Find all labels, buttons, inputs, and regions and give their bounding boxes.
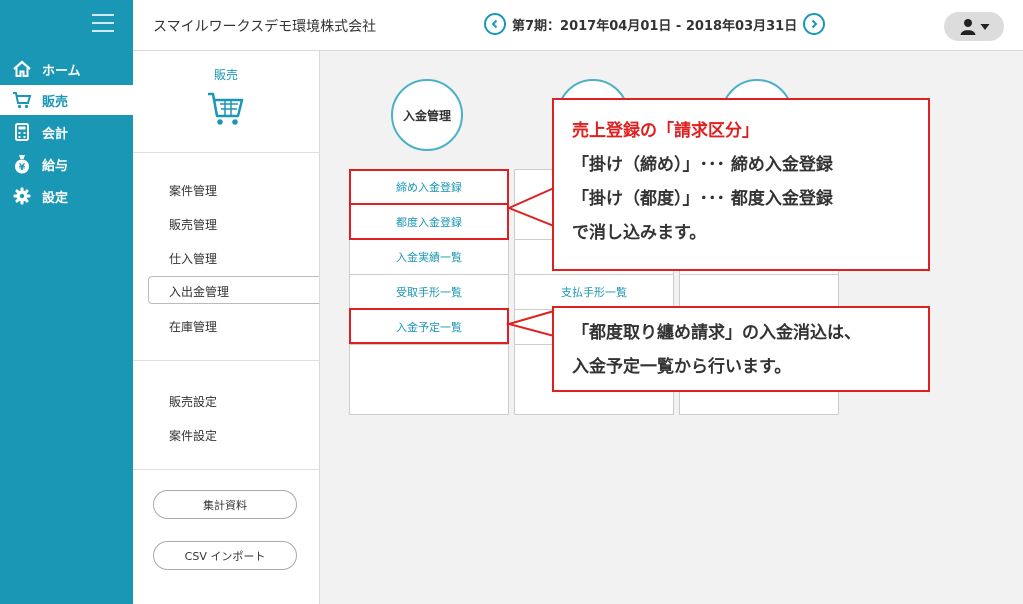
hamburger-menu-icon[interactable]: [92, 14, 114, 32]
sidebar-item-home[interactable]: ホーム: [0, 54, 133, 84]
sidebar-item-payroll[interactable]: ¥ 給与: [0, 149, 133, 179]
callout-line: 「掛け（締め）」･･･ 締め入金登録: [572, 155, 833, 175]
main-content: 入金管理 締め入金登録 都度入金登録 入金実績一覧 受取手形一覧 入金予定一覧 …: [320, 51, 1023, 604]
chevron-right-icon: [812, 19, 818, 29]
divider: [133, 360, 319, 361]
cart-icon: [207, 91, 245, 131]
subnav-item-sales-management[interactable]: 販売管理: [169, 216, 217, 233]
user-icon: [960, 18, 975, 35]
cart-icon: [11, 89, 33, 111]
top-bar: スマイルワークスデモ環境株式会社 第7期：2017年04月01日 - 2018年…: [133, 0, 1023, 51]
sidebar: ホーム 販売 会計 ¥ 給与 設定: [0, 0, 133, 604]
sidebar-item-label: 給与: [42, 158, 69, 174]
sidebar-item-label: 会計: [42, 126, 69, 142]
money-bag-icon: ¥: [11, 153, 33, 175]
subnav-item-sales-settings[interactable]: 販売設定: [169, 393, 217, 410]
callout-line: 「都度取り纏め請求」の入金消込は、: [572, 323, 861, 343]
previous-period-button[interactable]: [484, 13, 506, 35]
subnav-item-inventory[interactable]: 在庫管理: [169, 318, 217, 335]
home-icon: [11, 58, 33, 80]
gear-icon: [11, 185, 33, 207]
annotation-callout-scheduled: 「都度取り纏め請求」の入金消込は、 入金予定一覧から行います。: [552, 306, 930, 392]
divider: [133, 469, 319, 470]
company-name: スマイルワークスデモ環境株式会社: [153, 19, 377, 35]
next-period-button[interactable]: [803, 13, 826, 35]
sidebar-item-label: 販売: [42, 94, 69, 110]
subnav-item-label: 入出金管理: [169, 285, 230, 299]
period-navigator: 第7期：2017年04月01日 - 2018年03月31日: [484, 13, 826, 35]
chevron-left-icon: [491, 19, 498, 29]
caret-down-icon: [980, 23, 989, 30]
subnav-item-cash-management[interactable]: 入出金管理: [148, 276, 319, 304]
callout-line: で消し込みます。: [572, 223, 707, 243]
annotation-callout-billing: 売上登録の「請求区分」 「掛け（締め）」･･･ 締め入金登録 「掛け（都度）」･…: [552, 98, 930, 271]
csv-import-button[interactable]: CSV インポート: [153, 541, 297, 570]
sidebar-item-sales[interactable]: 販売: [0, 85, 133, 115]
fiscal-period: 第7期：2017年04月01日 - 2018年03月31日: [512, 18, 798, 34]
subnav-item-purchasing[interactable]: 仕入管理: [169, 250, 217, 267]
subnav-title: 販売: [213, 68, 238, 82]
callout-line: 「掛け（都度）」･･･ 都度入金登録: [572, 189, 833, 209]
sidebar-item-accounting[interactable]: 会計: [0, 117, 133, 147]
sidebar-item-settings[interactable]: 設定: [0, 181, 133, 211]
sales-subnav: 販売 案件管理 販売管理 仕入管理 入出金管理 在庫管理 販売設定 案件設定 集…: [133, 51, 320, 604]
subnav-item-projects[interactable]: 案件管理: [169, 182, 217, 199]
sidebar-item-label: 設定: [42, 190, 69, 206]
user-menu-button[interactable]: [944, 12, 1004, 41]
svg-text:¥: ¥: [19, 163, 26, 173]
sidebar-item-label: ホーム: [42, 63, 81, 79]
summary-report-button[interactable]: 集計資料: [153, 490, 297, 519]
subnav-item-project-settings[interactable]: 案件設定: [169, 427, 217, 444]
callout-line: 売上登録の「請求区分」: [572, 121, 759, 141]
callout-line: 入金予定一覧から行います。: [572, 357, 792, 377]
calculator-icon: [11, 121, 33, 143]
divider: [133, 152, 319, 153]
